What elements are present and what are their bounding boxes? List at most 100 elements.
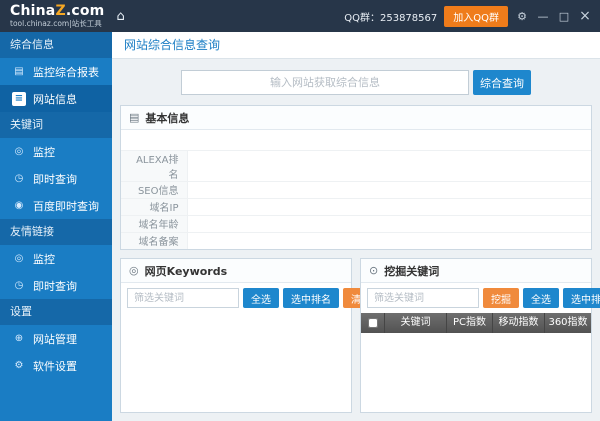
basic-info-spacer-row — [121, 130, 591, 150]
titlebar-right: QQ群：253878567 加入QQ群 ⚙ — □ × — [344, 5, 592, 27]
table-row: 域名年龄 — [121, 214, 591, 232]
logo-suffix: .com — [65, 3, 105, 20]
keywords-filter-input[interactable] — [127, 288, 239, 308]
sidebar-item-baidu-instant-query[interactable]: ◉ 百度即时查询 — [0, 192, 112, 219]
sidebar-section-general: 综合信息 — [0, 32, 112, 58]
row-value-icp — [186, 231, 591, 249]
sidebar-item-label: 即时查询 — [33, 172, 77, 186]
bottom-panels: ◎ 网页Keywords 全选 选中排名 清空 ⊙ 挖掘关键词 — [120, 258, 600, 413]
row-label-seo: SEO信息 — [121, 180, 187, 198]
table-row: SEO信息 — [121, 180, 591, 198]
column-pc-index: PC指数 — [447, 313, 493, 333]
site-manage-icon: ⊕ — [14, 332, 24, 344]
titlebar: ChinaZ.com tool.chinaz.com|站长工具 ⌂ QQ群：25… — [0, 0, 600, 32]
mining-keywords-toolbar: 挖掘 全选 选中排名 — [361, 283, 600, 313]
sidebar-item-label: 软件设置 — [33, 359, 77, 373]
sidebar: 综合信息 ▤ 监控综合报表 ≡ 网站信息 关键词 ◎ 监控 ◷ 即时查询 ◉ 百… — [0, 32, 112, 421]
sidebar-item-label: 网站信息 — [33, 92, 77, 106]
sidebar-item-link-monitor[interactable]: ◎ 监控 — [0, 245, 112, 272]
sidebar-item-software-settings[interactable]: ⚙ 软件设置 — [0, 352, 112, 379]
settings-gear-icon[interactable]: ⚙ — [515, 10, 529, 23]
webpage-keywords-icon: ◎ — [129, 264, 139, 277]
table-row: 域名IP — [121, 197, 591, 215]
sidebar-item-link-instant-query[interactable]: ◷ 即时查询 — [0, 272, 112, 299]
column-mobile-index: 移动指数 — [493, 313, 545, 333]
webpage-keywords-toolbar: 全选 选中排名 清空 — [121, 283, 379, 313]
selected-rank-button[interactable]: 选中排名 — [563, 288, 600, 308]
mining-keywords-panel: ⊙ 挖掘关键词 挖掘 全选 选中排名 关键词 PC指数 — [360, 258, 600, 413]
row-label-age: 域名年龄 — [121, 214, 187, 232]
row-label-alexa: ALEXA排名 — [121, 149, 187, 181]
sidebar-item-monitor-report[interactable]: ▤ 监控综合报表 — [0, 58, 112, 85]
mining-keywords-header: ⊙ 挖掘关键词 — [361, 259, 591, 283]
main-split: 综合信息 ▤ 监控综合报表 ≡ 网站信息 关键词 ◎ 监控 ◷ 即时查询 ◉ 百… — [0, 32, 600, 421]
sidebar-item-website-info[interactable]: ≡ 网站信息 — [0, 85, 112, 112]
instant-query-icon: ◷ — [14, 172, 24, 184]
maximize-icon[interactable]: □ — [557, 10, 571, 23]
row-value-ip — [186, 197, 591, 215]
sidebar-item-keyword-instant-query[interactable]: ◷ 即时查询 — [0, 165, 112, 192]
site-search-input[interactable] — [181, 70, 469, 95]
qq-group-label: QQ群：253878567 — [344, 12, 438, 24]
minimize-icon[interactable]: — — [536, 10, 550, 23]
page-title: 网站综合信息查询 — [112, 32, 600, 59]
sidebar-item-label: 即时查询 — [33, 279, 77, 293]
table-row: ALEXA排名 — [121, 149, 591, 181]
sidebar-item-keyword-monitor[interactable]: ◎ 监控 — [0, 138, 112, 165]
software-settings-icon: ⚙ — [14, 359, 24, 371]
app-logo: ChinaZ.com tool.chinaz.com|站长工具 — [10, 3, 105, 28]
logo-subtitle: tool.chinaz.com|站长工具 — [10, 18, 102, 28]
content-area: 网站综合信息查询 综合查询 ▤ 基本信息 ALEXA排名 SEO — [112, 32, 600, 421]
mining-keywords-title: 挖掘关键词 — [384, 264, 440, 278]
sidebar-item-label: 网站管理 — [33, 332, 77, 346]
baidu-query-icon: ◉ — [14, 199, 24, 211]
sidebar-section-keywords: 关键词 — [0, 112, 112, 138]
mining-filter-input[interactable] — [367, 288, 479, 308]
webpage-keywords-title: 网页Keywords — [144, 264, 228, 278]
logo-prefix: China — [10, 3, 56, 20]
monitor-icon: ◎ — [14, 145, 24, 157]
sidebar-section-friend-links: 友情链接 — [0, 219, 112, 245]
home-icon[interactable]: ⌂ — [116, 9, 124, 24]
sidebar-section-settings: 设置 — [0, 299, 112, 325]
sidebar-item-label: 百度即时查询 — [33, 199, 99, 213]
basic-info-panel: ▤ 基本信息 ALEXA排名 SEO信息 域名IP 域名年龄 域名备案 — [120, 105, 592, 250]
webpage-keywords-body — [121, 313, 351, 412]
select-all-button[interactable]: 全选 — [523, 288, 559, 308]
row-label-icp: 域名备案 — [121, 231, 187, 249]
website-info-icon: ≡ — [12, 91, 26, 106]
basic-info-title: 基本信息 — [145, 111, 190, 125]
mining-table-header: 关键词 PC指数 移动指数 360指数 — [361, 313, 591, 333]
row-value-alexa — [186, 149, 591, 181]
mine-button[interactable]: 挖掘 — [483, 288, 519, 308]
search-row: 综合查询 — [112, 59, 600, 105]
logo-z: Z — [55, 3, 66, 20]
table-row: 域名备案 — [121, 231, 591, 249]
column-360-index: 360指数 — [548, 317, 588, 328]
instant-query-icon: ◷ — [14, 279, 24, 291]
综合查询-button[interactable]: 综合查询 — [473, 70, 531, 95]
mining-keywords-body — [361, 333, 591, 412]
basic-info-spacer-cell — [121, 130, 591, 150]
sidebar-item-site-manage[interactable]: ⊕ 网站管理 — [0, 325, 112, 352]
row-label-ip: 域名IP — [121, 197, 187, 215]
webpage-keywords-panel: ◎ 网页Keywords 全选 选中排名 清空 — [120, 258, 379, 413]
report-icon: ▤ — [14, 65, 24, 77]
selected-rank-button[interactable]: 选中排名 — [283, 288, 339, 308]
app-window: ChinaZ.com tool.chinaz.com|站长工具 ⌂ QQ群：25… — [0, 0, 600, 421]
basic-info-icon: ▤ — [129, 111, 140, 124]
close-icon[interactable]: × — [578, 8, 592, 24]
monitor-icon: ◎ — [14, 252, 24, 264]
logo-text: ChinaZ.com — [10, 3, 105, 20]
sidebar-item-label: 监控 — [33, 145, 55, 159]
select-all-button[interactable]: 全选 — [243, 288, 279, 308]
basic-info-table: ALEXA排名 SEO信息 域名IP 域名年龄 域名备案 — [121, 130, 591, 249]
join-qq-button[interactable]: 加入QQ群 — [444, 5, 508, 27]
select-all-checkbox[interactable] — [367, 318, 378, 328]
row-value-seo — [186, 180, 591, 198]
webpage-keywords-header: ◎ 网页Keywords — [121, 259, 351, 283]
header-checkbox-cell — [361, 313, 385, 333]
column-keyword: 关键词 — [385, 313, 447, 333]
sidebar-item-label: 监控 — [33, 252, 55, 266]
mine-keywords-icon: ⊙ — [369, 264, 379, 277]
